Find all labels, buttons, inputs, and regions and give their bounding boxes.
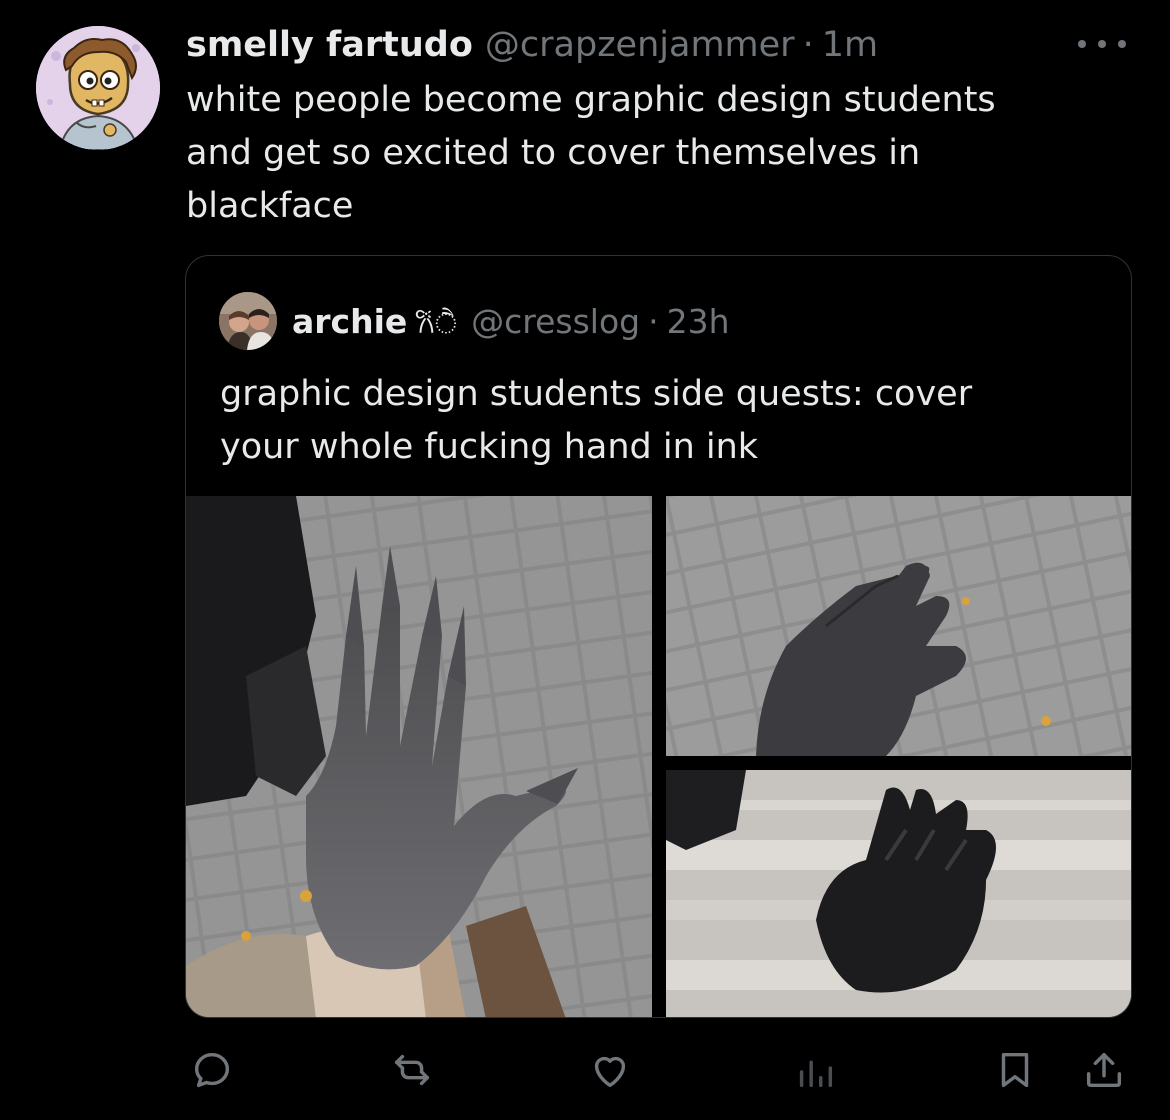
quoted-author-name[interactable]: archie <box>292 300 407 344</box>
separator-dot: · <box>648 302 659 341</box>
quoted-timestamp[interactable]: 23h <box>667 300 730 344</box>
author-name[interactable]: smelly fartudo <box>186 22 473 68</box>
bookmark-icon[interactable] <box>985 1040 1045 1100</box>
timestamp[interactable]: 1m <box>822 22 878 68</box>
quoted-tweet-text: graphic design students side quests: cov… <box>220 374 973 467</box>
quoted-tweet[interactable]: archie 𐙚ੈ @cresslog · 23h graphic design… <box>185 255 1132 1018</box>
media-image-3[interactable] <box>666 770 1131 1017</box>
tweet: smelly fartudo @crapzenjammer · 1m white… <box>0 0 1170 1120</box>
quoted-author-emoji: 𐙚ੈ <box>415 307 458 340</box>
tweet-text: white people become graphic design stude… <box>186 80 996 226</box>
quoted-tweet-header: archie 𐙚ੈ @cresslog · 23h <box>292 300 730 344</box>
repost-icon[interactable] <box>382 1040 442 1100</box>
media-image-2[interactable] <box>666 496 1131 756</box>
tweet-header: smelly fartudo @crapzenjammer · 1m <box>186 22 878 68</box>
action-bar <box>0 1040 1170 1100</box>
media-image-1[interactable] <box>186 496 652 1017</box>
author-handle[interactable]: @crapzenjammer <box>485 22 795 68</box>
media-grid <box>186 496 1131 1017</box>
author-avatar[interactable] <box>36 26 160 150</box>
quoted-author-avatar[interactable] <box>219 292 277 350</box>
separator-dot: · <box>802 25 814 65</box>
reply-icon[interactable] <box>182 1040 242 1100</box>
views-icon[interactable] <box>785 1040 845 1100</box>
more-options-icon[interactable] <box>1078 30 1126 58</box>
quoted-author-handle[interactable]: @cresslog <box>471 300 640 344</box>
share-icon[interactable] <box>1074 1040 1134 1100</box>
like-icon[interactable] <box>580 1040 640 1100</box>
